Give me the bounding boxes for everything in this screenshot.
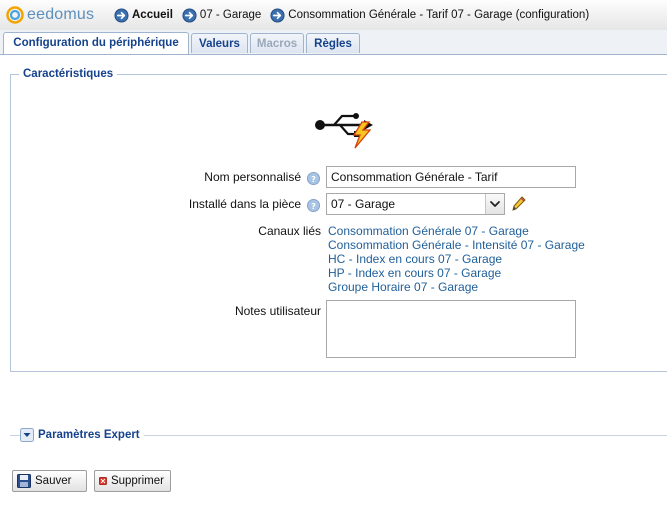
channel-link[interactable]: Consommation Générale - Intensité 07 - G… bbox=[328, 238, 585, 252]
expert-label: Paramètres Expert bbox=[38, 429, 140, 441]
breadcrumb-home[interactable]: Accueil bbox=[114, 7, 173, 23]
breadcrumb-label: Accueil bbox=[132, 9, 173, 21]
breadcrumb-label: 07 - Garage bbox=[199, 9, 262, 21]
usb-lightning-icon bbox=[315, 113, 373, 149]
channels-label: Canaux liés bbox=[258, 224, 321, 238]
channel-link[interactable]: HC - Index en cours 07 - Garage bbox=[328, 252, 502, 266]
name-label: Nom personnalisé bbox=[204, 170, 301, 184]
room-label: Installé dans la pièce bbox=[188, 197, 301, 211]
breadcrumb-device[interactable]: Consommation Générale - Tarif 07 - Garag… bbox=[270, 7, 590, 23]
tab-regles[interactable]: Règles bbox=[306, 33, 360, 53]
help-icon[interactable]: ? bbox=[307, 199, 320, 212]
pencil-icon[interactable] bbox=[510, 195, 526, 213]
name-input[interactable] bbox=[326, 166, 576, 188]
save-button-label: Sauver bbox=[35, 475, 72, 487]
expand-arrow-icon bbox=[20, 428, 34, 442]
tab-strip: Configuration du périphérique Valeurs Ma… bbox=[0, 30, 667, 55]
help-icon[interactable]: ? bbox=[307, 172, 320, 185]
save-button[interactable]: Sauver bbox=[12, 470, 87, 492]
channel-link[interactable]: HP - Index en cours 07 - Garage bbox=[328, 266, 501, 280]
breadcrumb-room[interactable]: 07 - Garage bbox=[182, 7, 262, 23]
expert-toggle[interactable]: Paramètres Expert bbox=[20, 428, 144, 442]
arrow-right-circle-icon bbox=[114, 7, 129, 23]
arrow-right-circle-icon bbox=[270, 7, 285, 23]
logo[interactable]: eedomus bbox=[6, 6, 114, 24]
dropdown-button[interactable] bbox=[485, 194, 504, 214]
channel-link[interactable]: Groupe Horaire 07 - Garage bbox=[328, 280, 478, 294]
logo-text: eedomus bbox=[27, 6, 95, 23]
section-legend: Caractéristiques bbox=[19, 68, 118, 80]
tab-macros: Macros bbox=[250, 33, 304, 53]
notes-label: Notes utilisateur bbox=[234, 304, 321, 318]
delete-x-icon bbox=[99, 477, 107, 485]
room-select-value: 07 - Garage bbox=[331, 197, 396, 211]
delete-button[interactable]: Supprimer bbox=[94, 470, 171, 492]
tab-configuration[interactable]: Configuration du périphérique bbox=[3, 32, 189, 54]
eedomus-logo-icon bbox=[6, 6, 24, 24]
floppy-disk-icon bbox=[17, 474, 31, 488]
channel-link[interactable]: Consommation Générale 07 - Garage bbox=[328, 224, 529, 238]
breadcrumb-label: Consommation Générale - Tarif 07 - Garag… bbox=[288, 9, 590, 21]
arrow-right-circle-icon bbox=[182, 7, 197, 23]
tab-valeurs[interactable]: Valeurs bbox=[191, 33, 248, 53]
top-bar: eedomus Accueil 07 - Garage Consommation… bbox=[0, 0, 667, 31]
delete-button-label: Supprimer bbox=[110, 475, 164, 487]
svg-text:?: ? bbox=[311, 174, 316, 184]
room-select[interactable]: 07 - Garage bbox=[326, 193, 505, 215]
notes-textarea[interactable] bbox=[326, 300, 576, 358]
svg-text:?: ? bbox=[311, 201, 316, 211]
chevron-down-icon bbox=[490, 201, 500, 207]
